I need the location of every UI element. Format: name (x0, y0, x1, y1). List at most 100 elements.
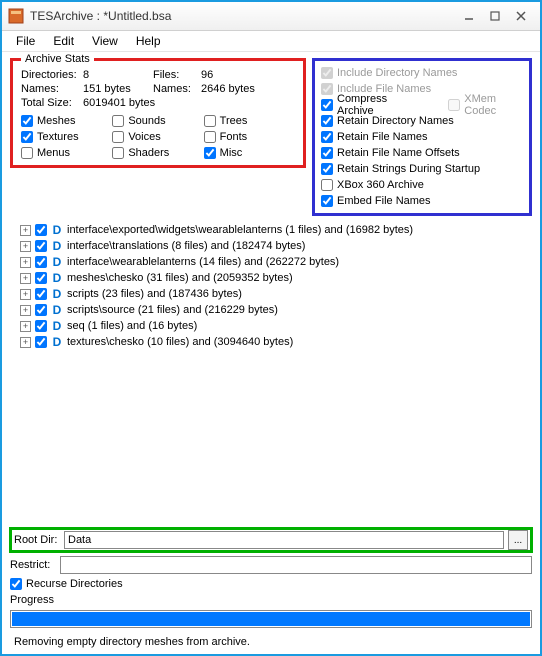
flag-retain-strings-box[interactable] (321, 163, 333, 175)
directory-icon: D (51, 272, 63, 284)
menu-help[interactable]: Help (128, 32, 169, 50)
menubar: File Edit View Help (2, 31, 540, 52)
directory-icon: D (51, 320, 63, 332)
check-trees-box[interactable] (204, 115, 216, 127)
check-textures-box[interactable] (21, 131, 33, 143)
check-menus-box[interactable] (21, 147, 33, 159)
tree-row[interactable]: + Dseq (1 files) and (16 bytes) (20, 318, 532, 334)
tree-row-checkbox[interactable] (35, 224, 47, 236)
tree-row-text: seq (1 files) and (16 bytes) (67, 320, 197, 332)
directory-icon: D (51, 240, 63, 252)
flag-retain-strings[interactable]: Retain Strings During Startup (321, 161, 523, 177)
check-voices-box[interactable] (112, 131, 124, 143)
tree-row-checkbox[interactable] (35, 336, 47, 348)
titlebar: TESArchive : *Untitled.bsa (2, 2, 540, 31)
tree-row-checkbox[interactable] (35, 240, 47, 252)
check-trees[interactable]: Trees (204, 115, 295, 127)
flag-compress-archive-row: Compress Archive XMem Codec (321, 97, 523, 113)
tree-expander-icon[interactable]: + (20, 241, 31, 252)
restrict-input[interactable] (60, 556, 532, 574)
flag-retain-file-names[interactable]: Retain File Names (321, 129, 523, 145)
tree-expander-icon[interactable]: + (20, 225, 31, 236)
tree-expander-icon[interactable]: + (20, 257, 31, 268)
flag-include-dir-names-label: Include Directory Names (337, 67, 457, 79)
client-area: Archive Stats Directories: 8 Files: 96 N… (2, 52, 540, 654)
tree-row[interactable]: +Dmeshes\chesko (31 files) and (2059352 … (20, 270, 532, 286)
flag-xbox-archive-box[interactable] (321, 179, 333, 191)
stat-directories-label: Directories: (21, 69, 83, 81)
tree-row-checkbox[interactable] (35, 320, 47, 332)
tree-row-text: interface\exported\widgets\wearablelante… (67, 224, 413, 236)
flag-retain-file-names-box[interactable] (321, 131, 333, 143)
root-dir-input[interactable] (64, 531, 504, 549)
tree-expander-icon[interactable]: + (20, 289, 31, 300)
check-misc-box[interactable] (204, 147, 216, 159)
recurse-directories-box[interactable] (10, 578, 22, 590)
flag-embed-file-names-label: Embed File Names (337, 195, 431, 207)
check-misc[interactable]: Misc (204, 147, 295, 159)
stat-names2-label: Names: (153, 83, 201, 95)
tree-expander-icon[interactable]: + (20, 321, 31, 332)
tree-row[interactable]: +Dscripts (23 files) and (187436 bytes) (20, 286, 532, 302)
top-panels: Archive Stats Directories: 8 Files: 96 N… (10, 58, 532, 216)
tree-row-text: interface\wearablelanterns (14 files) an… (67, 256, 339, 268)
check-meshes-box[interactable] (21, 115, 33, 127)
type-checkboxes: Meshes Sounds Trees Textures Voices Font… (21, 115, 295, 159)
tree-row-checkbox[interactable] (35, 256, 47, 268)
directory-icon: D (51, 224, 63, 236)
flag-retain-dir-names-box[interactable] (321, 115, 333, 127)
tree-row[interactable]: +Dinterface\translations (8 files) and (… (20, 238, 532, 254)
tree-row[interactable]: + Dinterface\exported\widgets\wearablelan… (20, 222, 532, 238)
flag-embed-file-names-box[interactable] (321, 195, 333, 207)
maximize-button[interactable] (482, 7, 508, 25)
close-button[interactable] (508, 7, 534, 25)
tree-row-text: textures\chesko (10 files) and (3094640 … (67, 336, 293, 348)
tree-row-checkbox[interactable] (35, 272, 47, 284)
stat-files-value: 96 (201, 69, 271, 81)
menu-edit[interactable]: Edit (45, 32, 82, 50)
check-trees-label: Trees (220, 115, 248, 127)
flag-include-file-names-box (321, 83, 333, 95)
tree-row[interactable]: +Dscripts\source (21 files) and (216229 … (20, 302, 532, 318)
tree-expander-icon[interactable]: + (20, 305, 31, 316)
menu-file[interactable]: File (8, 32, 43, 50)
window-title: TESArchive : *Untitled.bsa (30, 9, 456, 23)
tree-expander-icon[interactable]: + (20, 273, 31, 284)
tree-row-checkbox[interactable] (35, 304, 47, 316)
tree-row-checkbox[interactable] (35, 288, 47, 300)
check-meshes[interactable]: Meshes (21, 115, 112, 127)
tree-row[interactable]: +Dtextures\chesko (10 files) and (309464… (20, 334, 532, 350)
stat-files-label: Files: (153, 69, 201, 81)
app-icon (8, 8, 24, 24)
root-dir-highlight: Root Dir: ... (10, 528, 532, 552)
app-window: TESArchive : *Untitled.bsa File Edit Vie… (2, 2, 540, 654)
flag-xbox-archive[interactable]: XBox 360 Archive (321, 177, 523, 193)
check-menus[interactable]: Menus (21, 147, 112, 159)
check-shaders[interactable]: Shaders (112, 147, 203, 159)
tree-row-text: scripts\source (21 files) and (216229 by… (67, 304, 278, 316)
flag-embed-file-names[interactable]: Embed File Names (321, 193, 523, 209)
flag-include-dir-names: Include Directory Names (321, 65, 523, 81)
check-sounds-box[interactable] (112, 115, 124, 127)
flag-retain-fn-offsets-box[interactable] (321, 147, 333, 159)
root-dir-browse-button[interactable]: ... (508, 530, 528, 550)
check-sounds[interactable]: Sounds (112, 115, 203, 127)
flag-retain-file-names-label: Retain File Names (337, 131, 427, 143)
tree-row[interactable]: +Dinterface\wearablelanterns (14 files) … (20, 254, 532, 270)
menu-view[interactable]: View (84, 32, 126, 50)
minimize-button[interactable] (456, 7, 482, 25)
file-tree[interactable]: + Dinterface\exported\widgets\wearablelan… (10, 220, 532, 524)
check-fonts-label: Fonts (220, 131, 248, 143)
stat-directories-value: 8 (83, 69, 153, 81)
check-shaders-box[interactable] (112, 147, 124, 159)
check-voices[interactable]: Voices (112, 131, 203, 143)
check-fonts-box[interactable] (204, 131, 216, 143)
flag-retain-fn-offsets[interactable]: Retain File Name Offsets (321, 145, 523, 161)
check-fonts[interactable]: Fonts (204, 131, 295, 143)
check-meshes-label: Meshes (37, 115, 76, 127)
recurse-directories[interactable]: Recurse Directories (10, 578, 532, 590)
check-textures[interactable]: Textures (21, 131, 112, 143)
stat-total-value: 6019401 bytes (83, 97, 295, 109)
flag-compress-archive-box[interactable] (321, 99, 333, 111)
tree-expander-icon[interactable]: + (20, 337, 31, 348)
